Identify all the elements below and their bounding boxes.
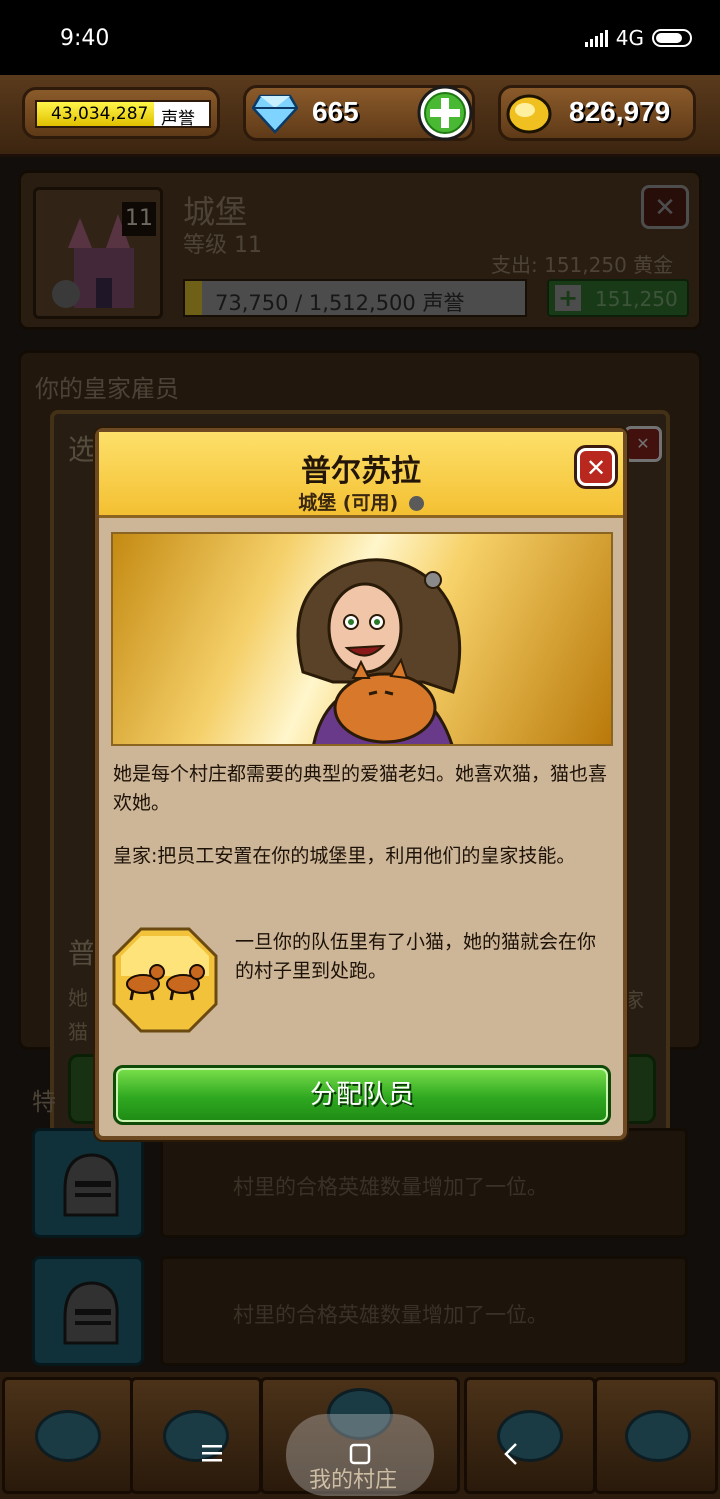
gold-count: 826,979 xyxy=(569,96,671,127)
menu-icon[interactable] xyxy=(200,1442,224,1464)
modal-title: 普尔苏拉 xyxy=(301,454,421,489)
close-icon[interactable]: ✕ xyxy=(577,448,615,486)
status-time: 9:40 xyxy=(60,26,110,51)
add-gems-icon[interactable] xyxy=(416,84,474,142)
prestige-box[interactable]: 43,034,287 声誉 xyxy=(22,87,220,139)
battery-icon xyxy=(652,29,692,47)
network-label: 4G xyxy=(615,26,644,50)
home-icon[interactable] xyxy=(348,1442,372,1466)
signal-icon xyxy=(584,29,608,47)
gold-coin-icon xyxy=(506,94,552,134)
employee-detail-modal: 普尔苏拉 城堡 (可用) ✕ 她是每个村庄都需要的典型的爱猫老妇。她喜欢猫，猫也… xyxy=(95,428,627,1140)
cat-skill-icon xyxy=(112,927,218,1033)
nav-shop[interactable] xyxy=(2,1377,134,1494)
gems-box[interactable]: 665 xyxy=(243,85,475,141)
skill-description: 一旦你的队伍里有了小猫，她的猫就会在你的村子里到处跑。 xyxy=(235,931,597,982)
prestige-bar: 43,034,287 声誉 xyxy=(35,100,211,129)
gem-shop-icon xyxy=(35,1410,101,1462)
modal-subtitle: 城堡 (可用) xyxy=(99,488,623,515)
medal-icon xyxy=(625,1410,691,1462)
prestige-unit: 声誉 xyxy=(161,109,195,129)
gold-box[interactable]: 826,979 xyxy=(498,85,696,141)
nav-treasure[interactable] xyxy=(464,1377,596,1494)
assign-button[interactable]: 分配队员 xyxy=(113,1065,611,1125)
back-icon[interactable] xyxy=(500,1440,524,1468)
cat-lady-illustration xyxy=(296,558,462,744)
status-icons: 4G xyxy=(584,26,692,50)
status-bar: 9:40 4G xyxy=(0,0,720,75)
character-portrait xyxy=(111,532,613,746)
status-dot-icon xyxy=(408,496,424,511)
nav-achievements[interactable] xyxy=(594,1377,718,1494)
prestige-value: 43,034,287 xyxy=(51,104,149,124)
nav-heroes[interactable] xyxy=(130,1377,262,1494)
royal-description: 皇家:把员工安置在你的城堡里，利用他们的皇家技能。 xyxy=(113,845,576,867)
character-description: 她是每个村庄都需要的典型的爱猫老妇。她喜欢猫，猫也喜欢她。 xyxy=(113,763,608,814)
diamond-icon xyxy=(252,94,298,134)
gems-count: 665 xyxy=(312,96,359,127)
modal-subtitle-text: 城堡 (可用) xyxy=(298,492,399,514)
